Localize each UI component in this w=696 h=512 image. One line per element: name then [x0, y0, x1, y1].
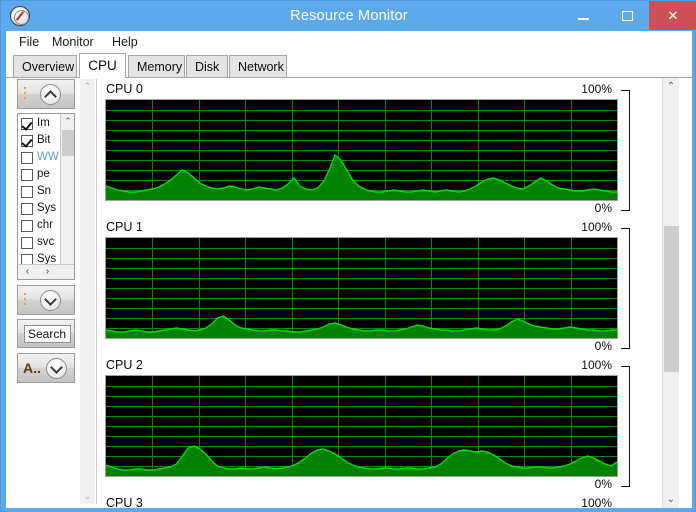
list-item-label: chr — [37, 219, 53, 231]
sidebar-group-services[interactable] — [17, 285, 75, 315]
row-checkbox[interactable] — [21, 118, 33, 130]
chart-ymax-label: 100% — [581, 220, 612, 234]
tab-cpu[interactable]: CPU — [79, 53, 126, 79]
menu-item-file[interactable]: File — [14, 34, 44, 50]
graphs-scroll-up-icon[interactable]: ⌃ — [663, 78, 679, 95]
resource-monitor-window: Resource Monitor ✕ File Monitor Help Ove… — [0, 0, 696, 512]
scroll-up-icon[interactable]: ⌃ — [61, 114, 74, 128]
sidebar: Im Bit WW pe Sn Sys chr svc Sys ch ⌃ ⌄ — [9, 79, 79, 504]
scroll-left-icon[interactable]: ‹ — [20, 265, 35, 279]
chart-title: CPU 0 — [106, 82, 143, 96]
tab-network[interactable]: Network — [229, 55, 287, 78]
body-area: Im Bit WW pe Sn Sys chr svc Sys ch ⌃ ⌄ — [6, 78, 692, 508]
search-panel: Search — [17, 319, 75, 348]
chart-plot — [105, 99, 618, 201]
sidebar-group-associated[interactable]: A.. — [17, 353, 75, 383]
scroll-right-icon[interactable]: › — [40, 265, 55, 279]
menu-item-monitor[interactable]: Monitor — [47, 34, 99, 50]
pane-divider — [96, 79, 97, 504]
window-controls: ✕ — [561, 1, 696, 30]
graphs-scrollbar[interactable]: ⌃ ⌄ — [662, 78, 679, 508]
row-checkbox[interactable] — [21, 186, 33, 198]
row-checkbox[interactable] — [21, 203, 33, 215]
list-item-label: Sys — [37, 202, 57, 214]
maximize-button[interactable] — [605, 1, 649, 30]
chart-title: CPU 2 — [106, 358, 143, 372]
chevron-up-icon[interactable] — [40, 84, 61, 105]
sidebar-scroll-up-icon[interactable]: ⌃ — [80, 79, 95, 94]
list-item-label: WW — [37, 151, 59, 163]
chart-ymax-label: 100% — [581, 82, 612, 96]
cpu-graph-pane: CPU 0 100% 0% CPU 1 100% 0% CPU 2 100% 0… — [98, 78, 654, 508]
row-checkbox[interactable] — [21, 152, 33, 164]
chart-svg — [106, 376, 617, 476]
chart-ymax-label: 100% — [581, 496, 612, 508]
sidebar-scroll-down-icon[interactable]: ⌄ — [80, 489, 95, 504]
chart-cpu-2: CPU 2 100% 0% — [98, 358, 654, 493]
chart-cpu-0: CPU 0 100% 0% — [98, 82, 654, 217]
chart-range-bracket — [621, 90, 630, 211]
tab-strip: Overview CPU Memory Disk Network — [6, 53, 692, 79]
chart-plot — [105, 237, 618, 339]
tab-memory[interactable]: Memory — [128, 55, 185, 78]
chart-range-bracket — [621, 366, 630, 487]
scroll-thumb[interactable] — [62, 130, 74, 156]
chart-title: CPU 1 — [106, 220, 143, 234]
process-list[interactable]: Im Bit WW pe Sn Sys chr svc Sys ch ⌃ ⌄ — [17, 113, 75, 280]
chart-ymin-label: 0% — [594, 339, 612, 353]
chevron-down-icon[interactable] — [46, 358, 67, 379]
chart-ymin-label: 0% — [594, 477, 612, 491]
graphs-scroll-thumb[interactable] — [664, 225, 679, 373]
search-input[interactable]: Search — [24, 325, 71, 343]
chart-ymax-label: 100% — [581, 358, 612, 372]
graphs-scroll-down-icon[interactable]: ⌄ — [663, 491, 679, 508]
sidebar-group-label: A.. — [23, 360, 41, 376]
sidebar-scrollbar[interactable]: ⌃ ⌄ — [80, 79, 95, 504]
chevron-down-icon[interactable] — [40, 290, 61, 311]
close-button[interactable]: ✕ — [649, 1, 696, 30]
chart-svg — [106, 238, 617, 338]
row-checkbox[interactable] — [21, 220, 33, 232]
list-item-label: svc — [37, 236, 55, 248]
minimize-button[interactable] — [561, 1, 605, 30]
chart-cpu-1: CPU 1 100% 0% — [98, 220, 654, 355]
list-item-label: Im — [37, 117, 50, 129]
row-checkbox[interactable] — [21, 237, 33, 249]
row-checkbox[interactable] — [21, 135, 33, 147]
chart-plot — [105, 375, 618, 477]
menu-item-help[interactable]: Help — [107, 34, 143, 50]
sidebar-group-processes[interactable] — [17, 79, 75, 109]
grip-dots-icon — [24, 293, 26, 308]
grip-dots-icon — [24, 87, 26, 102]
close-icon: ✕ — [667, 8, 679, 23]
process-list-hscrollbar[interactable]: ‹ › — [18, 264, 74, 279]
chart-svg — [106, 100, 617, 200]
title-bar: Resource Monitor ✕ — [1, 1, 696, 31]
chart-ymin-label: 0% — [594, 201, 612, 215]
chart-range-bracket — [621, 228, 630, 349]
process-list-vscrollbar[interactable]: ⌃ ⌄ — [60, 114, 74, 279]
chart-cpu-3: CPU 3 100% — [98, 496, 654, 508]
list-item-label: Sn — [37, 185, 52, 197]
chart-title: CPU 3 — [106, 496, 143, 508]
client-area: File Monitor Help Overview CPU Memory Di… — [6, 31, 692, 508]
list-item-label: pe — [37, 168, 50, 180]
list-item-label: Bit — [37, 134, 51, 146]
window-bottom-edge — [6, 508, 692, 512]
row-checkbox[interactable] — [21, 169, 33, 181]
tab-overview[interactable]: Overview — [13, 55, 77, 78]
tab-cpu-label: CPU — [88, 58, 117, 73]
menu-bar: File Monitor Help — [6, 31, 692, 53]
tab-disk[interactable]: Disk — [186, 55, 228, 78]
